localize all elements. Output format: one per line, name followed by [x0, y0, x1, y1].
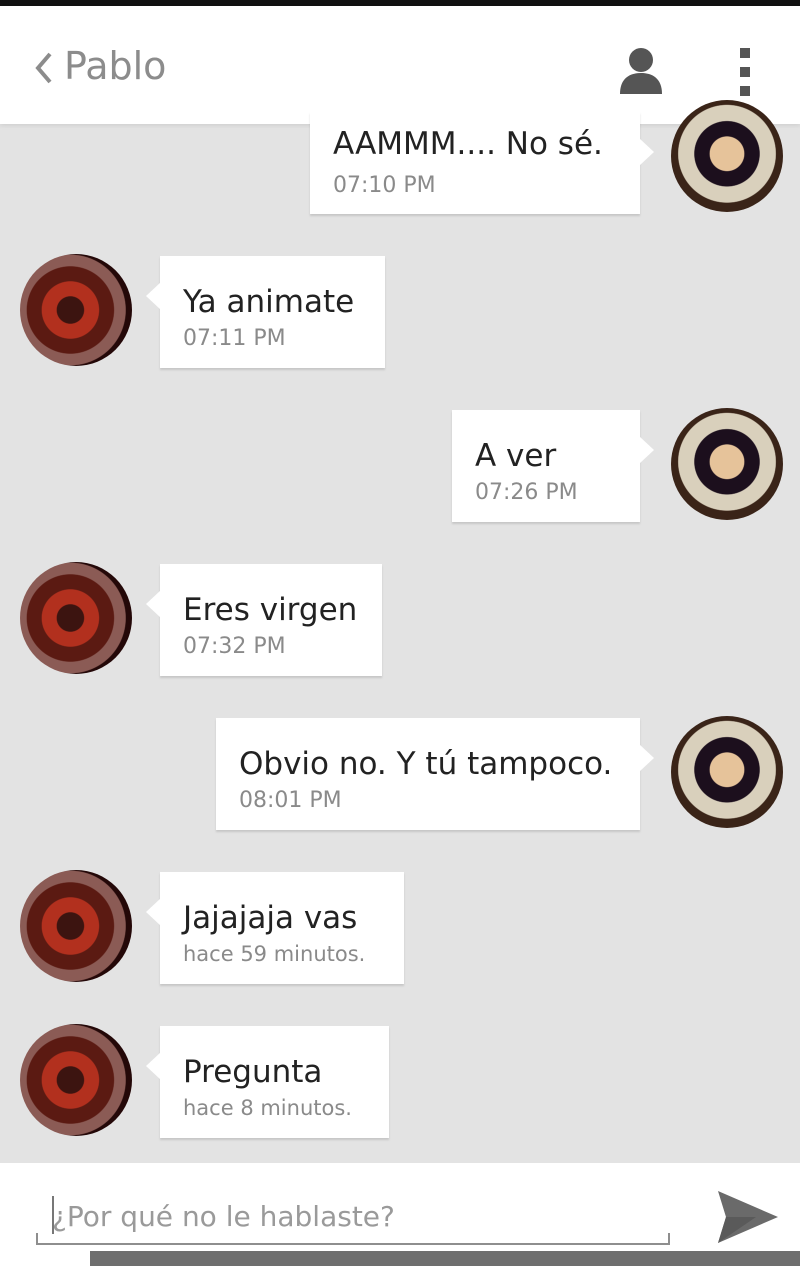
message-text: Pregunta [183, 1054, 323, 1090]
message-bubble-outgoing[interactable]: A ver 07:26 PM [452, 410, 654, 522]
contact-avatar[interactable] [20, 254, 132, 366]
message-input[interactable] [36, 1191, 670, 1241]
message-time: 08:01 PM [239, 788, 342, 813]
message-text: A ver [475, 438, 557, 474]
message-bubble-outgoing[interactable]: Obvio no. Y tú tampoco. 08:01 PM [216, 718, 654, 830]
message-bubble-incoming[interactable]: Jajajaja vas hace 59 minutos. [146, 872, 404, 984]
contact-name[interactable]: Pablo [64, 44, 166, 88]
message-time: hace 59 minutos. [183, 942, 366, 966]
chat-header: Pablo [0, 6, 800, 124]
my-avatar[interactable] [671, 408, 783, 520]
input-underline [36, 1243, 670, 1245]
message-bubble-incoming[interactable]: Ya animate 07:11 PM [146, 256, 385, 368]
contact-avatar[interactable] [20, 562, 132, 674]
message-text: AAMMM.... No sé. [333, 126, 603, 162]
overflow-menu-icon [740, 48, 750, 96]
message-text: Obvio no. Y tú tampoco. [239, 746, 613, 782]
message-text: Jajajaja vas [183, 900, 358, 936]
text-cursor [52, 1196, 54, 1234]
message-bubble-outgoing[interactable]: AAMMM.... No sé. 07:10 PM [310, 112, 654, 214]
message-time: 07:10 PM [333, 173, 436, 198]
send-icon [718, 1191, 778, 1243]
input-underline-left-tick [36, 1233, 38, 1245]
person-icon [620, 48, 662, 94]
back-button[interactable] [30, 48, 60, 88]
message-text: Ya animate [183, 284, 355, 320]
message-text: Eres virgen [183, 592, 358, 628]
message-time: hace 8 minutos. [183, 1096, 352, 1120]
message-bubble-incoming[interactable]: Pregunta hace 8 minutos. [146, 1026, 389, 1138]
message-time: 07:32 PM [183, 634, 286, 659]
chevron-left-icon [35, 52, 52, 84]
input-underline-right-tick [668, 1233, 670, 1245]
send-button[interactable] [716, 1189, 780, 1245]
contact-avatar[interactable] [20, 870, 132, 982]
overflow-menu-button[interactable] [733, 46, 757, 98]
bottom-edge-bar [90, 1251, 800, 1266]
my-avatar[interactable] [671, 100, 783, 212]
my-avatar[interactable] [671, 716, 783, 828]
message-time: 07:26 PM [475, 480, 578, 505]
contact-avatar[interactable] [20, 1024, 132, 1136]
message-time: 07:11 PM [183, 326, 286, 351]
message-bubble-incoming[interactable]: Eres virgen 07:32 PM [146, 564, 382, 676]
profile-button[interactable] [618, 46, 664, 96]
